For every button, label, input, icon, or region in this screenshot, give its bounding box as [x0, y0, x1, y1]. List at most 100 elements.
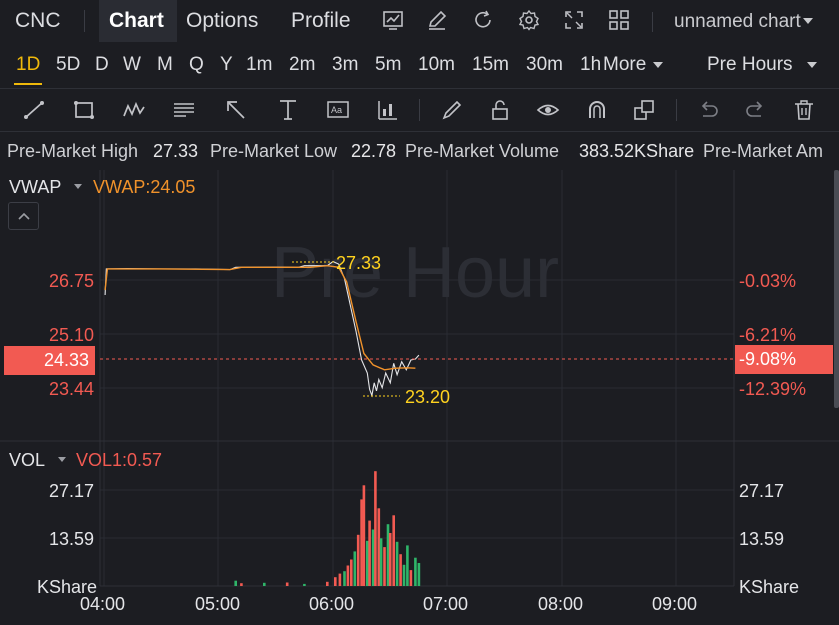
chart-name-dropdown[interactable]: unnamed chart — [674, 11, 801, 33]
brush-icon[interactable] — [440, 98, 464, 122]
trend-line-icon[interactable] — [22, 98, 46, 122]
volume-bar — [350, 559, 353, 586]
measure-icon[interactable] — [276, 98, 300, 122]
volume-axis-label: 27.17 — [739, 481, 785, 501]
period-10m[interactable]: 10m — [418, 54, 455, 76]
time-axis-label: 09:00 — [652, 594, 698, 614]
price-axis-label: 23.44 — [49, 379, 95, 399]
period-w[interactable]: W — [123, 54, 141, 76]
high-label: Pre-Market High — [7, 141, 139, 161]
chevron-down-icon[interactable] — [73, 183, 83, 191]
tab-options[interactable]: Options — [186, 9, 258, 33]
chart-icon[interactable] — [382, 9, 404, 31]
divider — [652, 12, 653, 32]
price-axis-label: 26.75 — [49, 271, 95, 291]
volume-bar — [343, 571, 346, 586]
premarket-stats: Pre-Market High 27.33 Pre-Market Low 22.… — [0, 136, 839, 166]
chevron-down-icon[interactable] — [652, 60, 664, 70]
layers-icon[interactable] — [632, 98, 656, 122]
redo-icon[interactable] — [744, 98, 768, 122]
pct-axis-label: -0.03% — [739, 271, 797, 291]
magnet-icon[interactable] — [585, 98, 609, 122]
volume-bar — [417, 563, 421, 586]
period-2m[interactable]: 2m — [289, 54, 315, 76]
refresh-icon[interactable] — [472, 9, 494, 31]
volume-bar — [285, 582, 289, 586]
layout-grid-icon[interactable] — [608, 9, 630, 31]
trash-icon[interactable] — [792, 98, 816, 122]
volume-bar — [360, 499, 363, 586]
period-5d[interactable]: 5D — [56, 54, 80, 76]
session-dropdown[interactable]: Pre Hours — [707, 54, 793, 76]
collapse-button[interactable] — [8, 202, 39, 230]
period-d[interactable]: D — [95, 54, 109, 76]
edit-icon[interactable] — [426, 9, 448, 31]
volume-bar — [366, 540, 369, 586]
settings-icon[interactable] — [518, 9, 540, 31]
price-scrollbar[interactable] — [834, 170, 839, 408]
volume-bar — [402, 564, 406, 586]
chevron-down-icon[interactable] — [57, 456, 67, 464]
indicator-icon[interactable] — [376, 98, 400, 122]
time-axis-label: 08:00 — [538, 594, 584, 614]
text-note-icon[interactable]: Aa — [326, 98, 350, 122]
volume-bar — [326, 581, 329, 586]
volume-bar — [356, 534, 360, 586]
symbol-label[interactable]: CNC — [15, 9, 61, 33]
period-30m[interactable]: 30m — [526, 54, 563, 76]
time-axis-label: 07:00 — [423, 594, 469, 614]
fibonacci-icon[interactable] — [172, 98, 196, 122]
volume-bar — [303, 583, 306, 586]
volume-axis-label: 13.59 — [49, 529, 95, 549]
undo-icon[interactable] — [696, 98, 720, 122]
top-bar: CNC Chart Options Profile unnamed chart — [0, 0, 839, 42]
divider — [419, 99, 420, 121]
eye-icon[interactable] — [536, 98, 560, 122]
indicator-name[interactable]: VWAP — [9, 177, 61, 198]
volume-unit-label: KShare — [739, 577, 800, 597]
volume-bar — [234, 580, 237, 586]
volume-axis-label: 13.59 — [739, 529, 785, 549]
period-q[interactable]: Q — [189, 54, 204, 76]
fullscreen-icon[interactable] — [563, 9, 585, 31]
more-dropdown[interactable]: More — [603, 54, 646, 76]
volume-bar — [388, 533, 392, 586]
high-marker: 27.33 — [336, 253, 382, 273]
period-m[interactable]: M — [157, 54, 173, 76]
last-pct-badge: -9.08% — [735, 345, 833, 374]
chevron-up-icon — [18, 212, 30, 220]
period-1d[interactable]: 1D — [16, 54, 40, 76]
volume-bar — [383, 547, 386, 586]
low-marker: 23.20 — [405, 387, 451, 407]
volume-value: VOL1:0.57 — [76, 450, 163, 470]
high-value: 27.33 — [153, 141, 199, 161]
pattern-icon[interactable] — [122, 98, 146, 122]
rectangle-icon[interactable] — [72, 98, 96, 122]
lock-icon[interactable] — [488, 98, 512, 122]
period-y[interactable]: Y — [220, 54, 233, 76]
amount-label: Pre-Market Am — [703, 141, 824, 161]
volume-bar — [368, 520, 371, 586]
period-3m[interactable]: 3m — [332, 54, 358, 76]
low-value: 22.78 — [351, 141, 397, 161]
volume-bar — [414, 557, 417, 586]
volume-bar — [353, 551, 357, 586]
time-axis-label: 05:00 — [195, 594, 241, 614]
tab-chart-label[interactable]: Chart — [109, 9, 164, 33]
tab-profile[interactable]: Profile — [291, 9, 351, 33]
volume-bar — [346, 565, 350, 586]
period-5m[interactable]: 5m — [375, 54, 401, 76]
pct-axis-label: -12.39% — [739, 379, 807, 399]
volume-indicator-name[interactable]: VOL — [9, 450, 45, 471]
time-axis-label: 06:00 — [309, 594, 355, 614]
volume-value: 383.52KShare — [579, 141, 695, 161]
volume-bars — [234, 471, 421, 586]
period-15m[interactable]: 15m — [472, 54, 509, 76]
chevron-down-icon[interactable] — [806, 60, 818, 70]
chevron-down-icon[interactable] — [802, 16, 814, 26]
arrow-icon[interactable] — [224, 98, 248, 122]
period-1m[interactable]: 1m — [246, 54, 272, 76]
volume-axis-label: 27.17 — [49, 481, 95, 501]
period-1h[interactable]: 1h — [580, 54, 601, 76]
volume-bar — [362, 485, 366, 586]
